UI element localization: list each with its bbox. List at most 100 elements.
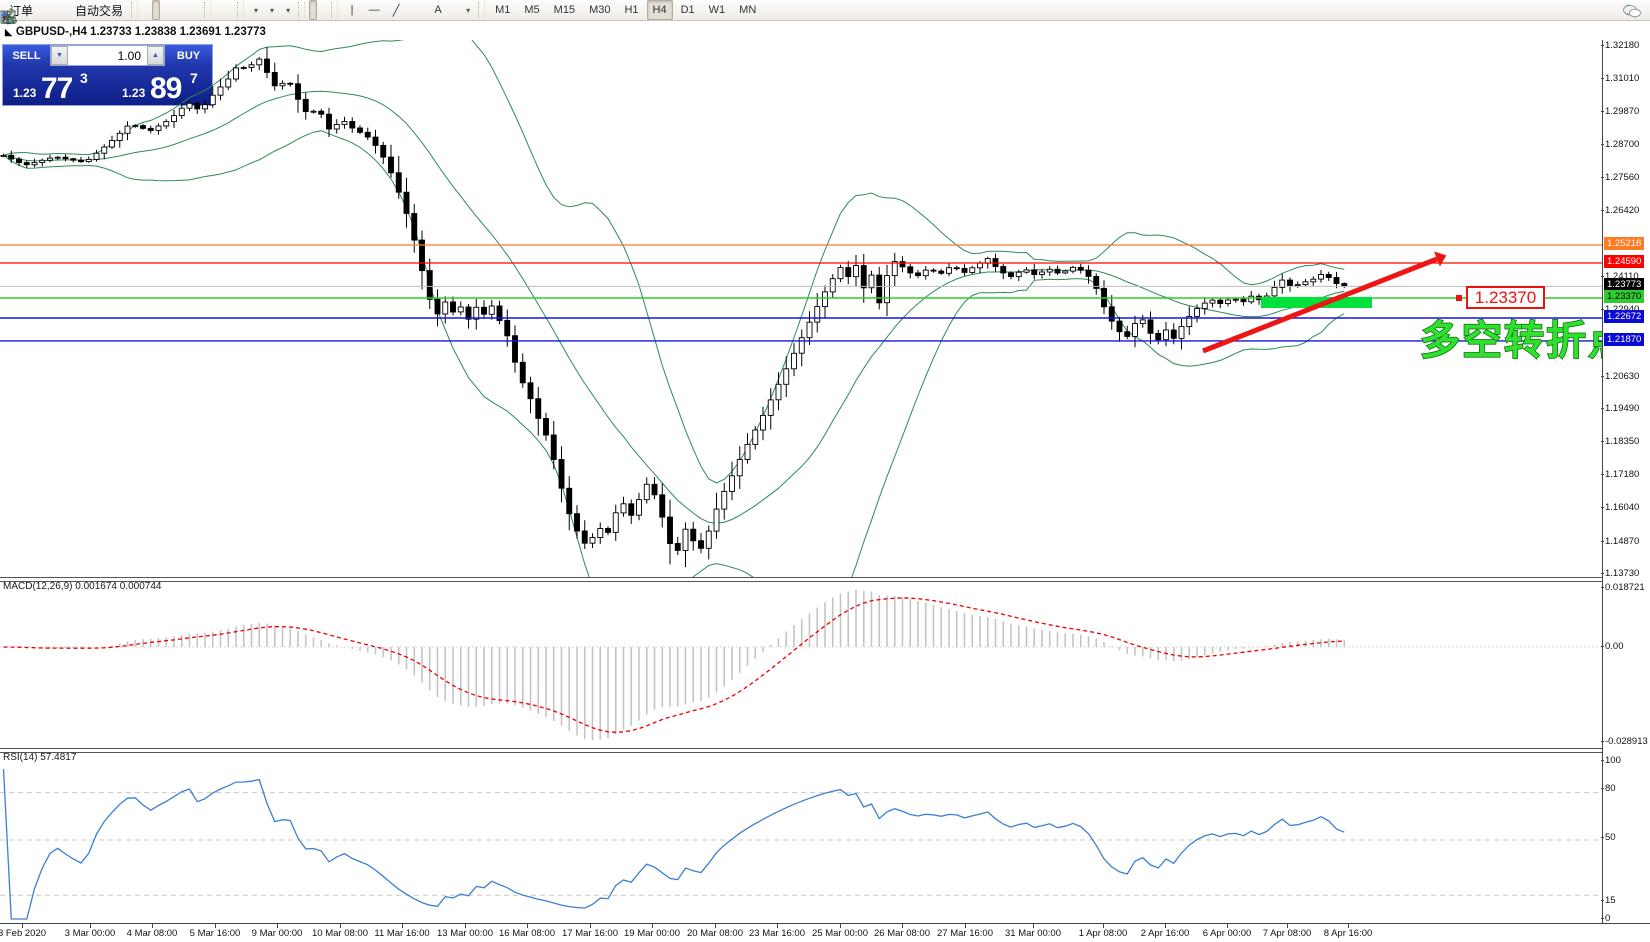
time-label: 26 Mar 08:00 <box>874 928 930 939</box>
main-price-chart[interactable]: 1.23370 多空转折点 <box>0 40 1602 577</box>
scale-tick-label: 1.13730 <box>1600 568 1640 579</box>
scale-tick-label: 50 <box>1601 832 1616 843</box>
time-label: 10 Mar 08:00 <box>312 928 368 939</box>
time-label: 11 Mar 16:00 <box>374 928 430 939</box>
toolbar-right-icons <box>1622 1 1642 21</box>
chart-shift-button[interactable] <box>2 0 233 23</box>
text-label-button[interactable]: T <box>1 0 458 23</box>
chart-marker-icon: ◣ <box>5 26 12 37</box>
time-label: 5 Mar 16:00 <box>189 928 241 939</box>
tf-h1[interactable]: H1 <box>618 0 644 20</box>
scale-tick-label: 1.26420 <box>1600 205 1640 216</box>
mt4-window: 订单 自动交易 ▾ ▾ ▾ | — ╱ E F A T ▾ M1 M5 M15 M30 H1 H4 D1 W1 MN ◣ … <box>0 0 1650 942</box>
periods-button[interactable]: ▾ <box>1 0 278 25</box>
toolbar-separator <box>331 2 339 18</box>
scale-tick-label: 1.14870 <box>1600 536 1640 547</box>
time-label: 4 Mar 08:00 <box>126 928 178 939</box>
scale-tick-label: 1.32180 <box>1600 40 1640 51</box>
tf-m5[interactable]: M5 <box>518 0 545 20</box>
scale-tick-label: 1.27560 <box>1600 172 1640 183</box>
time-label: 7 Apr 08:00 <box>1262 928 1312 939</box>
vertical-line-button[interactable]: | <box>342 0 362 20</box>
cursor-button[interactable] <box>3 0 318 24</box>
autotrading-button[interactable]: 自动交易 <box>1 0 127 24</box>
time-label: 13 Mar 00:00 <box>437 928 493 939</box>
tf-m1[interactable]: M1 <box>489 0 516 20</box>
templates-button[interactable]: ▾ <box>0 0 294 23</box>
price-scale[interactable]: 1.32180 1.31010 1.29870 1.28700 1.27560 1.264… <box>1600 40 1650 924</box>
chart-title: ◣ GBPUSD-,H4 1.23733 1.23838 1.23691 1.2… <box>5 26 266 38</box>
toolbar-separator <box>204 2 212 18</box>
tf-d1[interactable]: D1 <box>675 0 701 20</box>
price-callout-text: 1.23370 <box>1475 288 1536 307</box>
time-label: 9 Mar 00:00 <box>251 928 303 939</box>
accounts-button[interactable] <box>0 0 57 24</box>
scale-tick-label: 1.17180 <box>1600 469 1640 480</box>
candlestick-chart-button[interactable] <box>1 0 161 24</box>
scale-tick-label: 80 <box>1601 783 1616 794</box>
time-label: 25 Mar 00:00 <box>812 928 868 939</box>
scale-tick-label: 1.31010 <box>1600 73 1640 84</box>
toolbar-separator <box>237 2 245 18</box>
signals-button[interactable] <box>1 0 67 22</box>
scale-tick-label: 0.018721 <box>1601 582 1645 593</box>
rsi-panel[interactable] <box>0 750 1602 923</box>
tf-m30[interactable]: M30 <box>583 0 616 20</box>
trendline-button[interactable]: ╱ <box>386 0 406 20</box>
scale-tick-label: 1.28700 <box>1600 139 1640 150</box>
new-chart-button[interactable]: ▾ <box>1 0 262 24</box>
text-button[interactable]: A <box>428 0 448 20</box>
scale-tick-label: 0.00 <box>1601 641 1624 652</box>
time-label: 23 Mar 16:00 <box>749 928 805 939</box>
chevron-down-icon: ▾ <box>286 5 291 15</box>
time-axis[interactable]: 3 Feb 2020 3 Mar 00:00 4 Mar 08:00 5 Mar 16… <box>0 923 1650 942</box>
time-label: 19 Mar 00:00 <box>624 928 680 939</box>
scale-tick-label: -0.028913 <box>1601 736 1648 747</box>
auto-scroll-button[interactable] <box>2 0 223 23</box>
tf-m15[interactable]: M15 <box>548 0 581 20</box>
macd-panel[interactable] <box>0 579 1602 748</box>
time-label: 8 Apr 16:00 <box>1323 928 1373 939</box>
arrows-button[interactable]: ▾ <box>1 0 474 22</box>
time-label: 3 Mar 00:00 <box>64 928 116 939</box>
price-badge-1.23370: 1.23370 <box>1604 290 1645 303</box>
main-toolbar: 订单 自动交易 ▾ ▾ ▾ | — ╱ E F A T ▾ M1 M5 M15 M30 H1 H4 D1 W1 MN <box>0 0 1650 25</box>
time-label: 16 Mar 08:00 <box>499 928 555 939</box>
scale-tick-label: 1.18350 <box>1600 436 1640 447</box>
tf-w1[interactable]: W1 <box>703 0 732 20</box>
horizontal-line-button[interactable]: — <box>364 0 384 20</box>
time-label: 2 Apr 16:00 <box>1140 928 1190 939</box>
time-label: 27 Mar 16:00 <box>937 928 993 939</box>
toolbar-separator <box>478 2 486 18</box>
scale-tick-label: 1.20630 <box>1600 371 1640 382</box>
price-badge-1.22672: 1.22672 <box>1604 310 1645 323</box>
price-badge-1.24590: 1.24590 <box>1604 255 1645 268</box>
scale-tick-label: 1.16040 <box>1600 502 1640 513</box>
time-label: 1 Apr 08:00 <box>1078 928 1128 939</box>
channel-button[interactable]: E <box>1 0 416 24</box>
chevron-down-icon: ▾ <box>254 5 259 15</box>
zoom-out-button[interactable] <box>1 0 190 24</box>
trend-arrow <box>1202 256 1438 354</box>
zoom-in-button[interactable] <box>1 0 180 24</box>
price-badge-1.25218: 1.25218 <box>1604 237 1645 250</box>
tf-h4[interactable]: H4 <box>646 0 673 20</box>
time-label: 6 Apr 00:00 <box>1202 928 1252 939</box>
price-badge-1.21870: 1.21870 <box>1604 333 1645 346</box>
line-chart-button[interactable] <box>1 0 170 24</box>
crosshair-button[interactable] <box>1 0 327 24</box>
scale-tick-label: 1.29870 <box>1600 106 1640 117</box>
chat-icon[interactable] <box>1623 1 1641 21</box>
chevron-down-icon: ▾ <box>466 5 471 15</box>
toolbar-separator <box>298 2 306 18</box>
bar-chart-button[interactable] <box>1 0 150 24</box>
chart-profile-button[interactable] <box>1 0 47 24</box>
fibonacci-button[interactable]: F <box>2 0 426 24</box>
toolbar-separator <box>131 2 139 18</box>
symbol-ohlc-text: GBPUSD-,H4 1.23733 1.23838 1.23691 1.237… <box>15 26 266 38</box>
tf-mn[interactable]: MN <box>733 0 762 20</box>
chevron-down-icon: ▾ <box>270 5 275 15</box>
time-label: 17 Mar 16:00 <box>562 928 618 939</box>
cn-annotation-text: 多空转折点 <box>1420 318 1602 364</box>
tile-windows-button[interactable] <box>0 0 200 24</box>
